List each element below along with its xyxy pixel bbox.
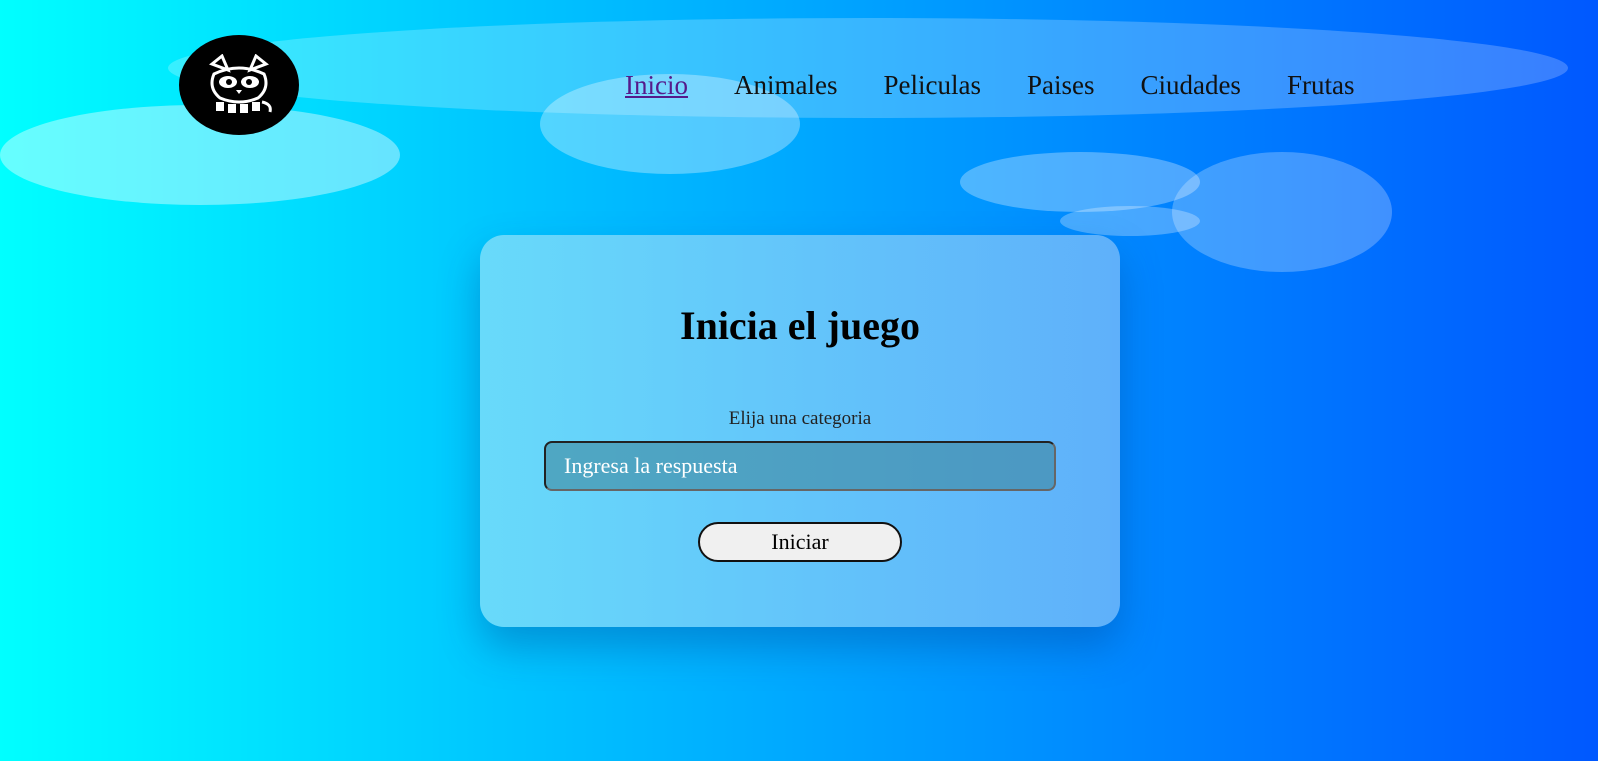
start-button[interactable]: Iniciar [698,522,902,562]
nav-link-animales[interactable]: Animales [734,68,837,102]
nav-link-inicio[interactable]: Inicio [625,68,688,102]
main-nav: Inicio Animales Peliculas Paises Ciudade… [625,68,1400,102]
game-card: Inicia el juego Elija una categoria Inic… [480,235,1120,627]
category-label: Elija una categoria [728,408,872,429]
background-cloud [960,152,1200,212]
nav-link-frutas[interactable]: Frutas [1287,68,1355,102]
raccoon-icon [209,54,272,113]
nav-link-peliculas[interactable]: Peliculas [883,68,980,102]
answer-input[interactable] [544,441,1056,491]
game-title: Inicia el juego [680,303,920,348]
background-cloud [1172,152,1392,272]
nav-link-ciudades[interactable]: Ciudades [1140,68,1241,102]
nav-link-paises[interactable]: Paises [1027,68,1095,102]
site-logo[interactable] [179,35,299,135]
